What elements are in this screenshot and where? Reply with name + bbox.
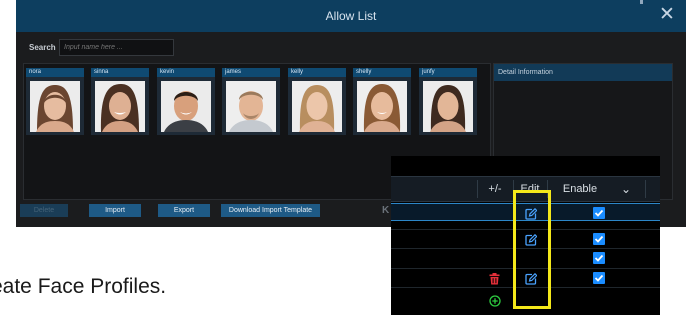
- enable-checkbox[interactable]: [593, 272, 605, 284]
- face-card-shelly[interactable]: shelly: [353, 68, 411, 135]
- face-card-junfy[interactable]: junfy: [419, 68, 477, 135]
- face-card-james[interactable]: james: [222, 68, 280, 135]
- face-photo: [161, 81, 211, 132]
- face-card-name: junfy: [419, 68, 477, 77]
- caption-text: reate Face Profiles.: [0, 275, 167, 298]
- title-bar: Allow List ✕: [16, 0, 686, 32]
- import-button[interactable]: Import: [89, 204, 141, 217]
- enable-checkbox[interactable]: [593, 252, 605, 264]
- face-card-name: kevin: [157, 68, 215, 77]
- face-photo: [423, 81, 473, 132]
- enable-checkbox[interactable]: [593, 233, 605, 245]
- close-icon[interactable]: ✕: [656, 3, 678, 27]
- face-card-name: james: [222, 68, 280, 77]
- face-card-name: sinna: [91, 68, 149, 77]
- edit-column-highlight: [513, 190, 551, 309]
- face-card-kelly[interactable]: kelly: [288, 68, 346, 135]
- export-button[interactable]: Export: [158, 204, 210, 217]
- plus-circle-icon[interactable]: [489, 294, 501, 307]
- dialog-title: Allow List: [325, 9, 377, 23]
- title-bar-marker: [640, 0, 643, 4]
- face-photo: [357, 81, 407, 132]
- column-divider: [645, 180, 646, 198]
- chevron-down-icon[interactable]: ⌄: [619, 177, 633, 201]
- column-header-enable[interactable]: Enable: [555, 177, 605, 201]
- face-card-sinna[interactable]: sinna: [91, 68, 149, 135]
- enable-checkbox[interactable]: [593, 207, 605, 219]
- download-import-template-button[interactable]: Download Import Template: [221, 204, 320, 217]
- face-photo: [95, 81, 145, 132]
- delete-button[interactable]: Delete: [20, 204, 68, 217]
- trash-icon[interactable]: [489, 272, 500, 285]
- pager-first-button[interactable]: K: [382, 204, 389, 217]
- face-photo: [30, 81, 80, 132]
- face-card-name: kelly: [288, 68, 346, 77]
- face-photo: [226, 81, 276, 132]
- search-label: Search: [29, 43, 56, 52]
- search-input[interactable]: [59, 39, 174, 56]
- face-card-name: shelly: [353, 68, 411, 77]
- face-card-kevin[interactable]: kevin: [157, 68, 215, 135]
- column-header-add-remove: +/-: [488, 183, 502, 195]
- face-card-nora[interactable]: nora: [26, 68, 84, 135]
- face-photo: [292, 81, 342, 132]
- table-top-strip: [391, 156, 660, 175]
- face-card-name: nora: [26, 68, 84, 77]
- detail-header: Detail Information: [494, 64, 672, 81]
